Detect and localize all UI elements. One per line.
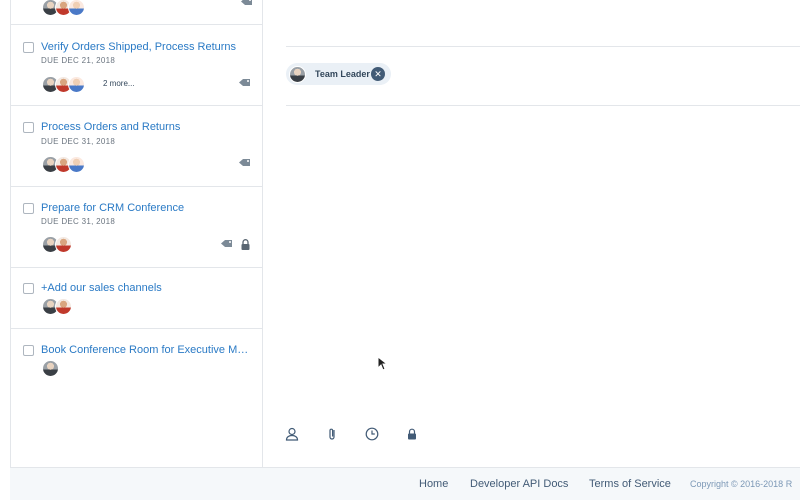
task-due-date: DUE DEC 21, 2018 [41,56,116,65]
avatar [289,65,306,83]
avatar [55,298,72,315]
tag-icon[interactable] [241,0,253,7]
task-checkbox[interactable] [23,283,34,294]
more-assignees-link[interactable]: 2 more... [103,79,135,88]
list-item[interactable]: Book Conference Room for Executive Meet… [11,329,262,389]
person-icon[interactable] [285,427,299,441]
paperclip-icon[interactable] [325,427,339,441]
lock-icon[interactable] [405,427,419,441]
clock-icon[interactable] [365,427,379,441]
list-item[interactable]: Prepare for CRM Conference DUE DEC 31, 2… [11,187,262,268]
avatar [68,156,85,173]
mouse-cursor-icon [377,356,387,371]
task-list: Verify Orders Shipped, Process Returns D… [10,0,263,467]
divider [286,46,800,47]
avatar [68,0,85,16]
footer-api-docs-link[interactable]: Developer API Docs [470,478,568,490]
assignee-avatars [42,298,72,315]
tag-icon[interactable] [239,159,251,168]
task-checkbox[interactable] [23,345,34,356]
task-checkbox[interactable] [23,122,34,133]
task-title[interactable]: +Add our sales channels [41,282,251,294]
chip-label: Team Leader [315,69,370,79]
task-title[interactable]: Book Conference Room for Executive Meet… [41,344,251,356]
assignee-avatars [42,360,59,377]
lock-icon [241,239,250,250]
list-item[interactable]: Process Orders and Returns DUE DEC 31, 2… [11,106,262,187]
copyright-text: Copyright © 2016-2018 R [690,479,793,489]
divider [286,105,800,106]
list-item[interactable]: Verify Orders Shipped, Process Returns D… [11,25,262,106]
task-due-date: DUE DEC 31, 2018 [41,217,116,226]
footer: Home Developer API Docs Terms of Service… [10,467,800,500]
footer-home-link[interactable]: Home [419,478,448,490]
assignee-avatars [42,0,85,16]
task-checkbox[interactable] [23,203,34,214]
list-item[interactable] [11,0,262,25]
avatar [68,76,85,93]
task-title[interactable]: Prepare for CRM Conference [41,202,251,214]
task-title[interactable]: Verify Orders Shipped, Process Returns [41,41,251,53]
task-due-date: DUE DEC 31, 2018 [41,137,116,146]
tag-icon[interactable] [239,79,251,88]
assignee-avatars [42,236,72,253]
avatar [55,236,72,253]
avatar [42,360,59,377]
assignee-avatars [42,76,85,93]
assignee-avatars [42,156,85,173]
queue-chip[interactable]: Team Leader ✕ [286,63,391,85]
footer-terms-link[interactable]: Terms of Service [589,478,671,490]
task-checkbox[interactable] [23,42,34,53]
task-title[interactable]: Process Orders and Returns [41,121,251,133]
close-icon[interactable]: ✕ [371,67,385,81]
tag-icon[interactable] [221,240,233,249]
list-item[interactable]: +Add our sales channels [11,268,262,329]
